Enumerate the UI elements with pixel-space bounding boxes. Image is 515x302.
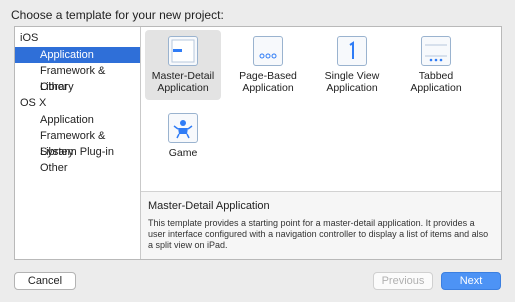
template-chooser-panel: iOS Application Framework & Library Othe… xyxy=(14,26,502,260)
template-description: Master-Detail Application This template … xyxy=(141,191,501,259)
template-label: Page-Based Application xyxy=(239,70,297,94)
template-game[interactable]: Game xyxy=(142,107,224,179)
template-label: Single View Application xyxy=(324,70,380,94)
template-tabbed[interactable]: Tabbed Application xyxy=(395,30,477,102)
template-label: Tabbed Application xyxy=(410,70,462,94)
sidebar-header-ios: iOS xyxy=(20,32,39,44)
template-label: Game xyxy=(168,147,198,159)
master-detail-icon xyxy=(168,36,198,66)
single-view-icon xyxy=(337,36,367,66)
template-content: Master-Detail Application Page-Based App… xyxy=(141,27,501,259)
tabbed-icon xyxy=(421,36,451,66)
next-button[interactable]: Next xyxy=(441,272,501,290)
sidebar-item-ios-other[interactable]: Other xyxy=(15,79,140,95)
sidebar-header-osx: OS X xyxy=(20,97,47,109)
template-single-view[interactable]: Single View Application xyxy=(311,30,393,102)
template-grid: Master-Detail Application Page-Based App… xyxy=(141,27,501,191)
sidebar-item-osx-framework-library[interactable]: Framework & Library xyxy=(15,128,140,158)
template-label: Master-Detail Application xyxy=(151,70,215,94)
page-based-icon xyxy=(253,36,283,66)
description-title: Master-Detail Application xyxy=(148,200,270,212)
cancel-button[interactable]: Cancel xyxy=(14,272,76,290)
sidebar-item-ios-application[interactable]: Application xyxy=(15,47,140,63)
template-master-detail[interactable]: Master-Detail Application xyxy=(142,30,224,102)
description-text: This template provides a starting point … xyxy=(148,218,489,250)
platform-sidebar: iOS Application Framework & Library Othe… xyxy=(15,27,141,259)
game-icon xyxy=(168,113,198,143)
sidebar-item-osx-other[interactable]: Other xyxy=(15,160,140,176)
sidebar-item-ios-framework-library[interactable]: Framework & Library xyxy=(15,63,140,93)
template-page-based[interactable]: Page-Based Application xyxy=(227,30,309,102)
sidebar-item-osx-application[interactable]: Application xyxy=(15,112,140,128)
previous-button[interactable]: Previous xyxy=(373,272,433,290)
sidebar-item-osx-system-plugin[interactable]: System Plug-in xyxy=(15,144,140,160)
dialog-prompt: Choose a template for your new project: xyxy=(11,8,224,22)
